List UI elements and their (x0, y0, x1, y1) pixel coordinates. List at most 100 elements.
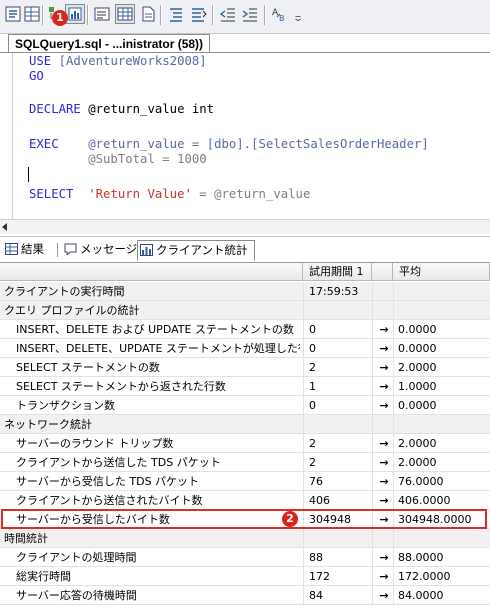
column-divider (393, 320, 394, 339)
statistic-name: トランザクション数 (16, 399, 115, 412)
code-line-5: @SubTotal = 1000 (29, 152, 207, 166)
statistics-row[interactable]: サーバーのラウンド トリップ数 2 → 2.0000 (0, 434, 490, 453)
statistic-name: クライアントから送信されたバイト数 (16, 494, 203, 507)
column-header-average[interactable]: 平均 (393, 263, 490, 281)
sql-editor-toolbar: AB 1 (0, 0, 490, 34)
statistic-name: ネットワーク統計 (4, 418, 92, 431)
toolbar-options-icon[interactable] (292, 4, 304, 24)
column-divider (303, 282, 304, 301)
column-divider (393, 472, 394, 491)
code-line-4: EXEC @return_value = [dbo].[SelectSalesO… (29, 137, 429, 151)
statistics-category-row[interactable]: ネットワーク統計 (0, 415, 490, 434)
results-to-grid-icon[interactable] (115, 4, 135, 24)
trend-arrow-icon: → (379, 399, 389, 412)
grid-icon (5, 243, 18, 255)
statistics-row[interactable]: クライアントから送信されたバイト数 406 → 406.0000 (0, 491, 490, 510)
average-value: 2.0000 (398, 437, 437, 450)
query-text-icon[interactable] (3, 4, 23, 24)
column-divider (303, 377, 304, 396)
toolbar-separator (87, 5, 89, 25)
decrease-indent-icon[interactable] (218, 4, 238, 24)
trial-1-value: 406 (309, 494, 330, 507)
toolbar-separator (42, 5, 44, 25)
trial-1-value (309, 301, 369, 320)
column-header-arrow[interactable] (372, 263, 393, 281)
specify-values-icon[interactable]: AB (270, 4, 290, 24)
column-divider (303, 491, 304, 510)
statistics-row[interactable]: 総実行時間 172 → 172.0000 (0, 567, 490, 586)
statistics-category-row[interactable]: 時間統計 (0, 529, 490, 548)
column-header-trial-1[interactable]: 試用期間 1 (303, 263, 372, 281)
statistic-name: クエリ プロファイルの統計 (4, 304, 140, 317)
uncomment-icon[interactable] (188, 4, 208, 24)
statistic-name: クライアントの処理時間 (16, 551, 137, 564)
column-divider (393, 529, 394, 548)
trend-arrow-icon (376, 282, 392, 301)
trial-1-value (309, 415, 369, 434)
column-divider (393, 377, 394, 396)
statistics-category-row[interactable]: クエリ プロファイルの統計 (0, 301, 490, 320)
scroll-left-icon[interactable] (2, 223, 7, 231)
column-divider (372, 282, 373, 301)
column-divider (372, 377, 373, 396)
client-statistics-icon (140, 244, 153, 256)
trend-arrow-icon: → (379, 380, 389, 393)
column-divider (372, 567, 373, 586)
average-value (398, 529, 488, 548)
column-divider (303, 472, 304, 491)
statistics-row[interactable]: INSERT、DELETE、UPDATE ステートメントが処理した行... 0 → 0… (0, 339, 490, 358)
statistics-row[interactable]: サーバー応答の待機時間 84 → 84.0000 (0, 586, 490, 605)
statistic-name: SELECT ステートメントから返された行数 (16, 380, 226, 393)
statistics-row[interactable]: INSERT、DELETE および UPDATE ステートメントの数 0 → 0.00… (0, 320, 490, 339)
trial-1-value: 76 (309, 475, 323, 488)
column-divider (393, 358, 394, 377)
column-divider (303, 453, 304, 472)
column-divider (372, 396, 373, 415)
average-value: 76.0000 (398, 475, 444, 488)
comment-icon[interactable] (166, 4, 186, 24)
column-divider (393, 586, 394, 605)
trend-arrow-icon: → (379, 361, 389, 374)
trial-1-value: 17:59:53 (309, 285, 359, 298)
column-divider (303, 548, 304, 567)
statistic-name: クライアントの実行時間 (4, 285, 125, 298)
trend-arrow-icon: → (379, 437, 389, 450)
statistics-row[interactable]: クライアントから送信した TDS パケット 2 → 2.0000 (0, 453, 490, 472)
query-grid-icon[interactable] (22, 4, 42, 24)
client-statistics-icon[interactable] (65, 4, 85, 24)
tab-sql-query[interactable]: SQLQuery1.sql - ...inistrator (58)) (8, 34, 211, 53)
increase-indent-icon[interactable] (240, 4, 260, 24)
tab-messages[interactable]: メッセージ (62, 240, 137, 259)
tab-client-statistics[interactable]: クライアント統計 (137, 240, 255, 261)
column-divider (303, 567, 304, 586)
column-header-name[interactable] (0, 263, 303, 281)
column-divider (303, 320, 304, 339)
column-divider (372, 453, 373, 472)
statistics-category-row[interactable]: クライアントの実行時間 17:59:53 (0, 282, 490, 301)
trial-1-value: 88 (309, 551, 323, 564)
statistics-row[interactable]: SELECT ステートメントから返された行数 1 → 1.0000 (0, 377, 490, 396)
average-value: 0.0000 (398, 323, 437, 336)
statistic-name: INSERT、DELETE、UPDATE ステートメントが処理した行... (16, 342, 300, 355)
column-divider (393, 396, 394, 415)
trend-arrow-icon: → (379, 551, 389, 564)
trial-1-value: 2 (309, 361, 316, 374)
statistics-row[interactable]: クライアントの処理時間 88 → 88.0000 (0, 548, 490, 567)
svg-text:B: B (279, 14, 285, 23)
statistics-row[interactable]: トランザクション数 0 → 0.0000 (0, 396, 490, 415)
results-to-text-icon[interactable] (92, 4, 112, 24)
statistics-row[interactable]: SELECT ステートメントの数 2 → 2.0000 (0, 358, 490, 377)
tab-results[interactable]: 結果 (3, 240, 44, 259)
column-divider (303, 339, 304, 358)
statistic-name: サーバーから受信した TDS パケット (16, 475, 200, 488)
editor-gutter (0, 53, 13, 219)
trend-arrow-icon: → (379, 456, 389, 469)
column-divider (393, 548, 394, 567)
trend-arrow-icon: → (379, 589, 389, 602)
statistics-row[interactable]: サーバーから受信した TDS パケット 76 → 76.0000 (0, 472, 490, 491)
editor-horizontal-scrollbar[interactable] (0, 219, 490, 234)
average-value: 88.0000 (398, 551, 444, 564)
results-to-file-icon[interactable] (138, 4, 158, 24)
trial-1-value: 2 (309, 456, 316, 469)
column-divider (372, 415, 373, 434)
